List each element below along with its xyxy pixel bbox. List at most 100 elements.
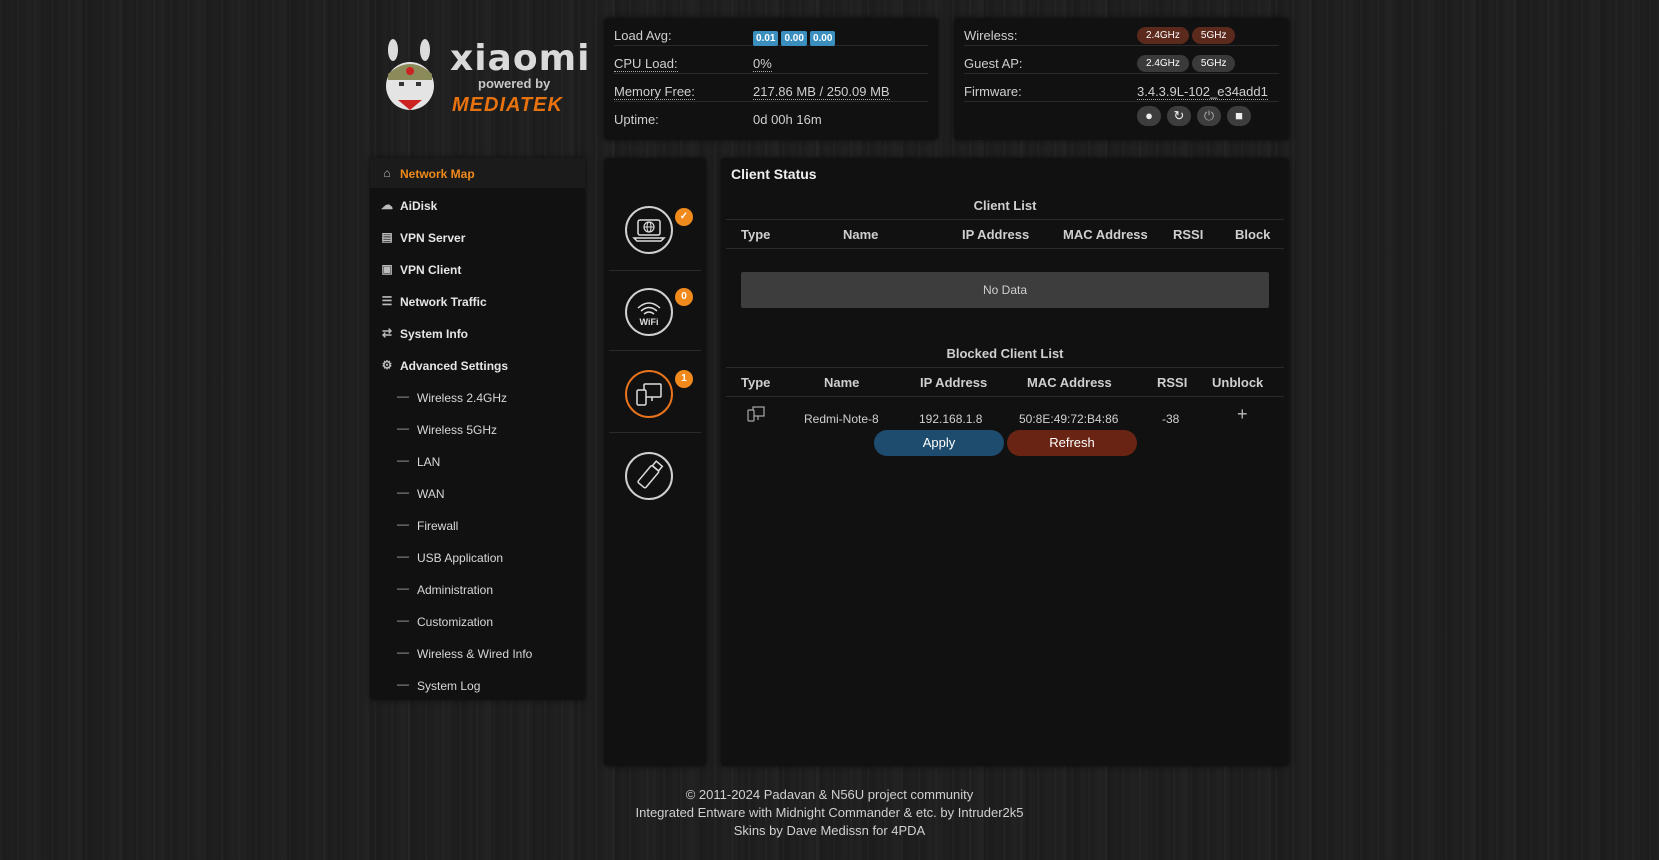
system-stats-panel: Load Avg: 0.01 0.00 0.00 CPU Load: 0% Memo… [604,18,938,140]
col-rssi: RSSI [1173,227,1204,242]
col-rssi: RSSI [1157,375,1188,390]
sidebar-item-aidisk[interactable]: ☁ AiDisk [370,190,585,220]
logo-brand-text: xiaomi [450,38,591,79]
svg-text:WiFi: WiFi [640,317,659,327]
sidebar-subitem-wan[interactable]: — WAN [370,478,585,508]
sidebar-subitem-wireless-5[interactable]: — Wireless 5GHz [370,414,585,444]
wireless-row: Wireless: 2.4GHz 5GHz [964,18,1279,46]
col-block: Block [1235,227,1271,242]
unblock-plus-icon[interactable]: + [1237,404,1248,425]
sidebar-item-label: VPN Server [400,231,466,245]
firmware-value[interactable]: 3.4.3.9L-102_e34add1 [1137,84,1268,100]
client-list-title: Client List [973,198,1037,213]
home-icon: ⌂ [383,166,391,180]
wifi-count-badge: 0 [675,288,693,306]
dash-icon: — [397,517,409,531]
sidebar-subitem-label: System Log [417,679,481,693]
sidebar-subitem-label: Wireless 5GHz [417,423,498,437]
dash-icon: — [397,613,409,627]
sidebar-item-label: System Info [400,327,469,341]
wifi-status-button[interactable]: WiFi [625,288,673,336]
divider [609,270,701,271]
sidebar-item-network-map[interactable]: ⌂ Network Map [370,158,585,188]
uptime-value: 0d 00h 16m [753,112,822,127]
sidebar-subitem-label: WAN [417,487,445,501]
load-avg-label: Load Avg: [614,28,672,43]
clients-count-badge: 1 [675,370,693,388]
col-type: Type [741,375,771,390]
load-avg-5: 0.00 [781,31,807,46]
sidebar-item-system-info[interactable]: ⇄ System Info [370,318,585,348]
gear-icon: ⚙ [381,358,393,372]
memory-free-label[interactable]: Memory Free: [614,84,695,100]
sidebar-subitem-label: LAN [417,455,441,469]
cpu-load-label[interactable]: CPU Load: [614,56,678,72]
load-avg-1: 0.01 [753,31,779,46]
memory-free-value: 217.86 MB / 250.09 MB [753,84,890,100]
vpn-server-icon: ▤ [381,230,393,244]
sidebar-subitem-lan[interactable]: — LAN [370,446,585,476]
sidebar-subitem-wireless-wired-info[interactable]: — Wireless & Wired Info [370,638,585,668]
checkmark-icon: ✓ [675,208,693,226]
guest-ap-row: Guest AP: 2.4GHz 5GHz [964,46,1279,74]
sidebar-subitem-label: Wireless & Wired Info [417,647,533,661]
internet-status-button[interactable] [625,206,673,254]
sidebar-subitem-label: Firewall [417,519,459,533]
uptime-row: Uptime: 0d 00h 16m [614,102,928,129]
sidebar-item-label: AiDisk [400,199,438,213]
sidebar-item-label: Advanced Settings [400,359,509,373]
page-title: Client Status [731,166,817,182]
phone-pc-icon [747,406,765,422]
sidebar-subitem-firewall[interactable]: — Firewall [370,510,585,540]
guest-ap-bands: 2.4GHz 5GHz [1137,54,1238,72]
user-icon[interactable]: ● [1137,106,1161,126]
dash-icon: — [397,453,409,467]
sidebar-item-vpn-server[interactable]: ▤ VPN Server [370,222,585,252]
vpn-client-icon: ▣ [381,262,393,276]
sidebar-subitem-administration[interactable]: — Administration [370,574,585,604]
mitu-bunny-logo-icon [386,39,434,110]
load-avg-values: 0.01 0.00 0.00 [753,29,838,46]
network-map-icons: ✓ WiFi 0 1 [604,158,706,766]
sidebar-item-vpn-client[interactable]: ▣ VPN Client [370,254,585,284]
system-buttons: ● ↻ ⏻ ■ [1137,106,1257,126]
dash-icon: — [397,645,409,659]
blocked-client-rssi: -38 [1162,412,1180,426]
clients-status-button[interactable] [625,370,673,418]
col-mac: MAC Address [1027,375,1112,390]
sidebar-subitem-system-log[interactable]: — System Log [370,670,585,700]
cpu-load-value: 0% [753,56,772,72]
sidebar: ⌂ Network Map ☁ AiDisk ▤ VPN Server ▣ VP… [370,158,585,700]
cloud-icon: ☁ [381,198,393,212]
blocked-client-ip: 192.168.1.8 [919,412,983,426]
cpu-load-row: CPU Load: 0% [614,46,928,74]
sidebar-subitem-customization[interactable]: — Customization [370,606,585,636]
sidebar-subitem-label: Administration [417,583,494,597]
wireless-label: Wireless: [964,28,1018,43]
guest-5ghz-button[interactable]: 5GHz [1191,55,1236,72]
firmware-row: Firmware: 3.4.3.9L-102_e34add1 [964,74,1279,102]
col-unblock: Unblock [1212,375,1264,390]
internet-laptop-icon [632,219,666,242]
col-type: Type [741,227,771,242]
sidebar-subitem-label: USB Application [417,551,504,565]
sidebar-item-label: Network Map [400,167,475,181]
guest-24ghz-button[interactable]: 2.4GHz [1137,55,1189,72]
wireless-24ghz-button[interactable]: 2.4GHz [1137,27,1189,44]
usb-status-button[interactable] [625,452,673,500]
sidebar-item-network-traffic[interactable]: ☰ Network Traffic [370,286,585,316]
col-ip: IP Address [962,227,1030,242]
wireless-bands: 2.4GHz 5GHz [1137,26,1238,44]
logo-vendor-text: MEDIATEK [452,94,563,116]
wireless-5ghz-button[interactable]: 5GHz [1191,27,1236,44]
sidebar-subitem-wireless-24[interactable]: — Wireless 2.4GHz [370,382,585,412]
col-ip: IP Address [920,375,988,390]
power-icon[interactable]: ⏻ [1197,106,1221,126]
sidebar-subitem-usb-application[interactable]: — USB Application [370,542,585,572]
apply-button[interactable]: Apply [874,430,1004,456]
reboot-icon[interactable]: ↻ [1167,106,1191,126]
memory-free-row: Memory Free: 217.86 MB / 250.09 MB [614,74,928,102]
trash-icon[interactable]: ■ [1227,106,1251,126]
refresh-button[interactable]: Refresh [1007,430,1137,456]
sidebar-item-advanced-settings[interactable]: ⚙ Advanced Settings [370,350,585,380]
